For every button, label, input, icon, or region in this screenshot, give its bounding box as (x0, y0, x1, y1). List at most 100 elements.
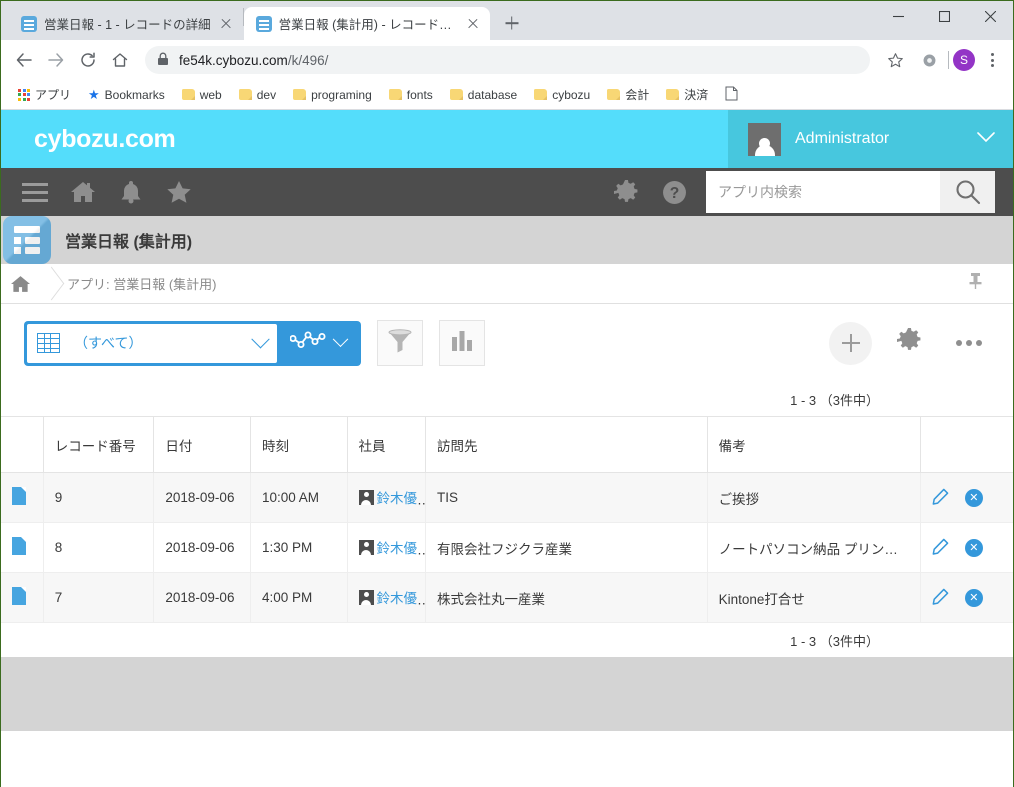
bookmark-dev[interactable]: dev (232, 85, 283, 105)
avatar[interactable]: S (953, 49, 975, 71)
close-icon[interactable] (465, 16, 481, 32)
app-settings-button[interactable] (888, 322, 931, 365)
view-selector[interactable]: （すべて） (24, 320, 361, 366)
star-icon[interactable] (155, 168, 203, 216)
column-header-blank (1, 416, 44, 473)
bookmark-database[interactable]: database (443, 85, 524, 105)
extension-gear-icon[interactable] (914, 45, 944, 75)
delete-circle-icon[interactable]: ✕ (964, 488, 983, 507)
search-icon[interactable] (940, 171, 995, 213)
bookmark-label: 決済 (684, 88, 709, 102)
chevron-down-icon[interactable] (332, 330, 349, 347)
browser-tab-2[interactable]: 営業日報 (集計用) - レコードの一覧 (243, 7, 490, 40)
bookmark-kaikei[interactable]: 会計 (600, 83, 656, 106)
pushpin-icon[interactable] (968, 272, 983, 295)
record-doc-icon[interactable] (12, 487, 26, 505)
pencil-edit-icon[interactable] (932, 488, 949, 508)
reload-icon[interactable] (73, 45, 103, 75)
funnel-filter-icon (387, 328, 413, 359)
address-bar[interactable]: fe54k.cybozu.com/k/496/ (145, 46, 870, 74)
home-icon[interactable] (59, 168, 107, 216)
table-row[interactable]: 8 2018-09-06 1:30 PM 鈴木優 有限会社フジクラ産業 ノートパ… (1, 522, 1013, 573)
column-header-memo[interactable]: 備考 (707, 416, 921, 473)
page-footer (1, 657, 1013, 731)
chart-button[interactable] (439, 320, 485, 366)
graph-view-button[interactable] (277, 329, 358, 358)
column-header-employee[interactable]: 社員 (347, 416, 426, 473)
view-selector-main[interactable]: （すべて） (27, 323, 277, 363)
close-icon[interactable] (218, 16, 234, 32)
employee-link[interactable]: 鈴木優 (358, 537, 417, 557)
add-record-button[interactable] (829, 321, 872, 365)
search-input[interactable]: アプリ内検索 (706, 171, 940, 213)
close-button[interactable] (967, 1, 1013, 32)
bookmark-fonts[interactable]: fonts (382, 85, 440, 105)
gear-icon[interactable] (602, 168, 650, 216)
breadcrumb-app-link[interactable]: アプリ: 営業日報 (集計用) (67, 274, 217, 293)
bookmark-programing[interactable]: programing (286, 85, 379, 105)
table-header-row: レコード番号 日付 時刻 社員 訪問先 備考 (1, 416, 1013, 473)
help-icon[interactable]: ? (650, 168, 698, 216)
minimize-button[interactable] (875, 1, 921, 32)
record-open-cell[interactable] (1, 472, 44, 523)
bookmark-cybozu[interactable]: cybozu (527, 85, 597, 105)
employee-name: 鈴木優 (376, 591, 418, 607)
filter-button[interactable] (377, 320, 423, 366)
column-header-time[interactable]: 時刻 (250, 416, 348, 473)
record-open-cell[interactable] (1, 522, 44, 573)
bell-icon[interactable] (107, 168, 155, 216)
pagination-top: 1 - 3 （3件中） (790, 392, 879, 408)
user-avatar-icon (358, 489, 374, 505)
home-icon[interactable] (1, 275, 39, 293)
bookmark-web[interactable]: web (175, 85, 229, 105)
user-menu[interactable]: Administrator (728, 110, 1013, 168)
user-name: Administrator (795, 130, 890, 147)
breadcrumb: アプリ: 営業日報 (集計用) (1, 264, 1013, 304)
chevron-down-icon[interactable] (251, 329, 270, 348)
kintone-navbar: ? アプリ内検索 (1, 168, 1013, 216)
bookmark-apps[interactable]: アプリ (11, 83, 78, 106)
page-title: cybozu.com (34, 124, 176, 153)
bookmark-label: programing (311, 87, 372, 102)
bar-chart-icon (451, 330, 473, 357)
folder-icon (534, 89, 548, 100)
new-tab-button[interactable] (498, 9, 526, 37)
table-row[interactable]: 7 2018-09-06 4:00 PM 鈴木優 株式会社丸一産業 Kinton… (1, 572, 1013, 623)
home-icon[interactable] (105, 45, 135, 75)
row-actions: ✕ (932, 538, 1002, 558)
bookmark-label: cybozu (552, 87, 591, 102)
record-open-cell[interactable] (1, 572, 44, 623)
browser-toolbar: fe54k.cybozu.com/k/496/ S (1, 40, 1013, 80)
pencil-edit-icon[interactable] (932, 588, 949, 608)
more-options-button[interactable] (947, 322, 990, 365)
star-outline-icon[interactable] (880, 45, 910, 75)
browser-tab-1[interactable]: 営業日報 - 1 - レコードの詳細 (9, 7, 243, 40)
cell-destination: TIS (425, 472, 708, 523)
kebab-menu-icon[interactable] (979, 47, 1005, 73)
forward-arrow-icon[interactable] (41, 45, 71, 75)
delete-circle-icon[interactable]: ✕ (964, 588, 983, 607)
employee-link[interactable]: 鈴木優 (358, 587, 418, 607)
table-row[interactable]: 9 2018-09-06 10:00 AM 鈴木優 TIS ご挨拶 ✕ (1, 472, 1013, 523)
pencil-edit-icon[interactable] (932, 538, 949, 558)
column-header-date[interactable]: 日付 (153, 416, 251, 473)
graph-line-icon (289, 329, 326, 358)
kintone-icon (21, 15, 37, 32)
view-name: （すべて） (74, 335, 143, 351)
delete-circle-icon[interactable]: ✕ (964, 538, 983, 557)
maximize-button[interactable] (921, 1, 967, 32)
hamburger-menu-icon[interactable] (11, 168, 59, 216)
column-header-record-no[interactable]: レコード番号 (43, 416, 155, 473)
tab-title: 営業日報 (集計用) - レコードの一覧 (278, 18, 458, 32)
employee-link[interactable]: 鈴木優 (358, 487, 417, 507)
bookmark-page[interactable] (718, 83, 745, 107)
tab-title: 営業日報 - 1 - レコードの詳細 (44, 18, 211, 32)
record-doc-icon[interactable] (12, 587, 26, 605)
record-doc-icon[interactable] (12, 537, 26, 555)
column-header-destination[interactable]: 訪問先 (425, 416, 708, 473)
url-host: fe54k.cybozu.com (179, 52, 288, 68)
cell-employee: 鈴木優 (347, 472, 426, 523)
back-arrow-icon[interactable] (9, 45, 39, 75)
bookmark-bookmarks[interactable]: ★ Bookmarks (81, 84, 172, 106)
bookmark-kessai[interactable]: 決済 (659, 83, 715, 106)
